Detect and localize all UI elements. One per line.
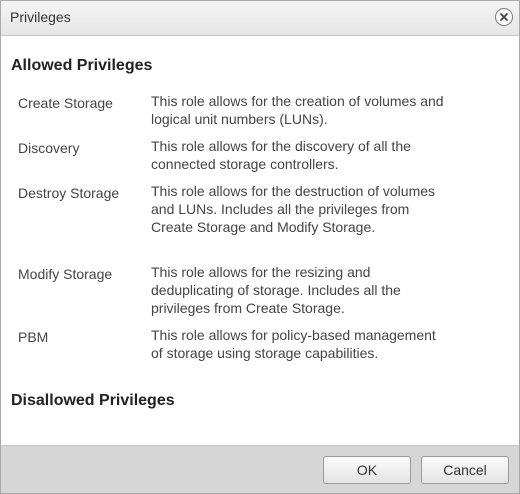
privilege-name: Discovery <box>18 140 80 156</box>
dialog-footer: OK Cancel <box>1 445 519 493</box>
close-button[interactable] <box>495 8 513 26</box>
dialog-title: Privileges <box>10 9 71 25</box>
privilege-name: Destroy Storage <box>18 185 120 201</box>
privilege-description: This role allows for the discovery of al… <box>151 138 411 172</box>
close-icon <box>500 13 508 21</box>
dialog-titlebar: Privileges <box>1 1 519 36</box>
privilege-name: PBM <box>18 329 49 345</box>
privilege-description: This role allows for the destruction of … <box>151 183 436 235</box>
ok-button[interactable]: OK <box>323 456 411 484</box>
dialog-content: Allowed Privileges Create Storage This r… <box>1 36 519 448</box>
cancel-button[interactable]: Cancel <box>421 456 509 484</box>
privilege-name: Modify Storage <box>18 266 113 282</box>
privilege-description: This role allows for the creation of vol… <box>151 93 444 127</box>
privilege-name: Create Storage <box>18 95 113 111</box>
disallowed-privileges-heading: Disallowed Privileges <box>11 392 175 409</box>
privilege-description: This role allows for the resizing and de… <box>151 264 401 316</box>
allowed-privileges-heading: Allowed Privileges <box>11 57 153 74</box>
privileges-dialog: Privileges Allowed Privileges Create Sto… <box>0 0 520 494</box>
privilege-description: This role allows for policy-based manage… <box>151 327 436 361</box>
